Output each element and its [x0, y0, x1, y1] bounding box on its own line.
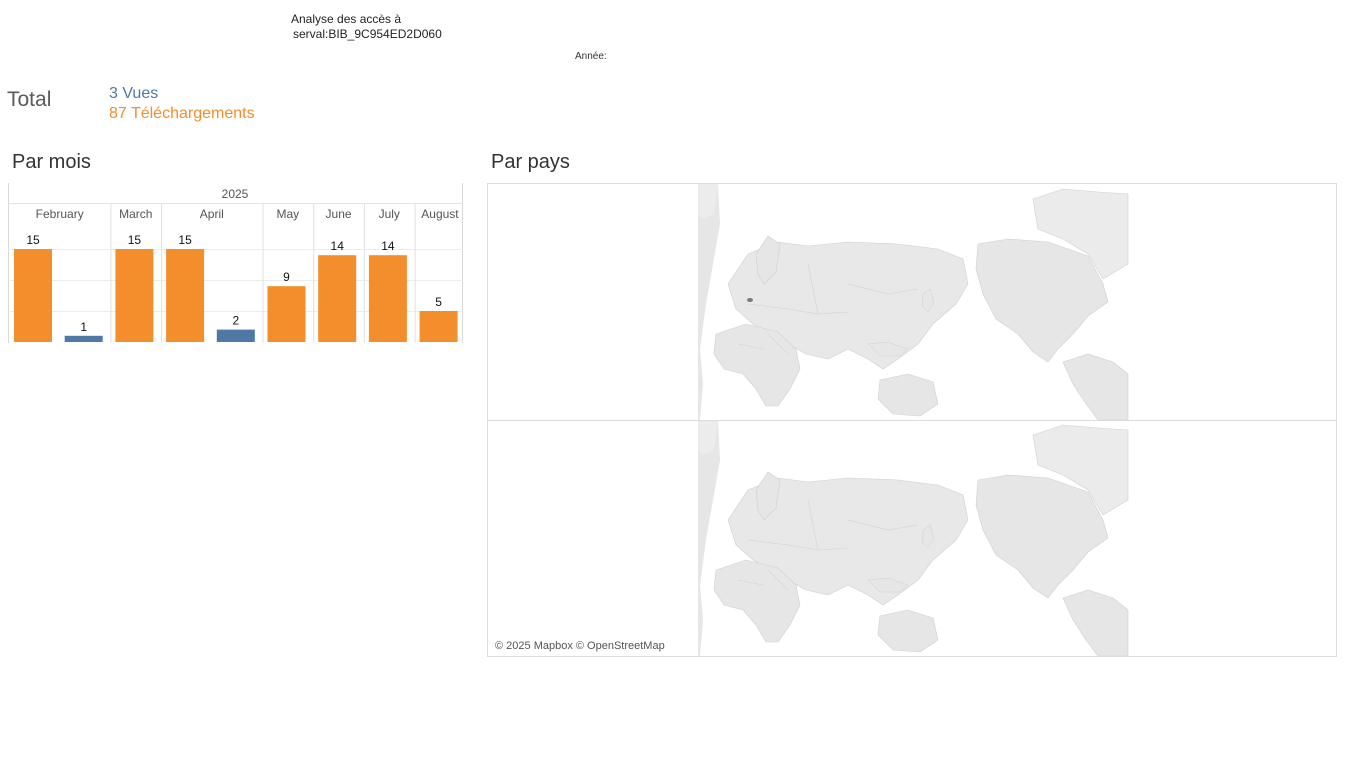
bar	[318, 255, 357, 342]
month-label: February	[36, 207, 84, 221]
data-label: 15	[26, 233, 40, 247]
month-label: April	[200, 207, 224, 221]
highlight-switzerland[interactable]	[747, 298, 753, 302]
data-label: 1	[80, 320, 87, 334]
data-label: 15	[128, 233, 142, 247]
month-label: March	[119, 207, 152, 221]
country-map[interactable]: © 2025 Mapbox © OpenStreetMap	[487, 183, 1337, 657]
bar	[115, 249, 154, 342]
map-attribution: © 2025 Mapbox © OpenStreetMap	[495, 640, 665, 652]
year-label: 2025	[222, 187, 249, 201]
section-title-by-country: Par pays	[491, 151, 570, 173]
month-label: July	[379, 207, 400, 221]
bar	[368, 255, 407, 342]
bar	[14, 249, 52, 342]
map-divider	[488, 420, 1336, 421]
bar	[166, 249, 205, 342]
month-label: June	[326, 207, 352, 221]
bar	[64, 335, 103, 342]
data-label: 14	[331, 239, 345, 253]
data-label: 2	[232, 314, 239, 328]
data-label: 14	[381, 239, 395, 253]
bar	[419, 311, 458, 342]
dashboard: Analyse des accès à serval:BIB_9C954ED2D…	[0, 0, 1366, 768]
month-label: August	[421, 207, 459, 221]
year-filter-label[interactable]: Année:	[575, 51, 607, 62]
monthly-bar-chart: 2025 February 15 1 March 15 April 15 2 May 9 June 14…	[8, 183, 463, 343]
data-label: 5	[435, 295, 442, 309]
world-map-lower	[697, 419, 1129, 656]
data-label: 9	[283, 270, 290, 284]
data-label: 15	[178, 233, 192, 247]
world-map-upper	[697, 184, 1129, 421]
bar	[216, 329, 255, 342]
month-label: May	[277, 207, 300, 221]
bar	[267, 286, 306, 342]
